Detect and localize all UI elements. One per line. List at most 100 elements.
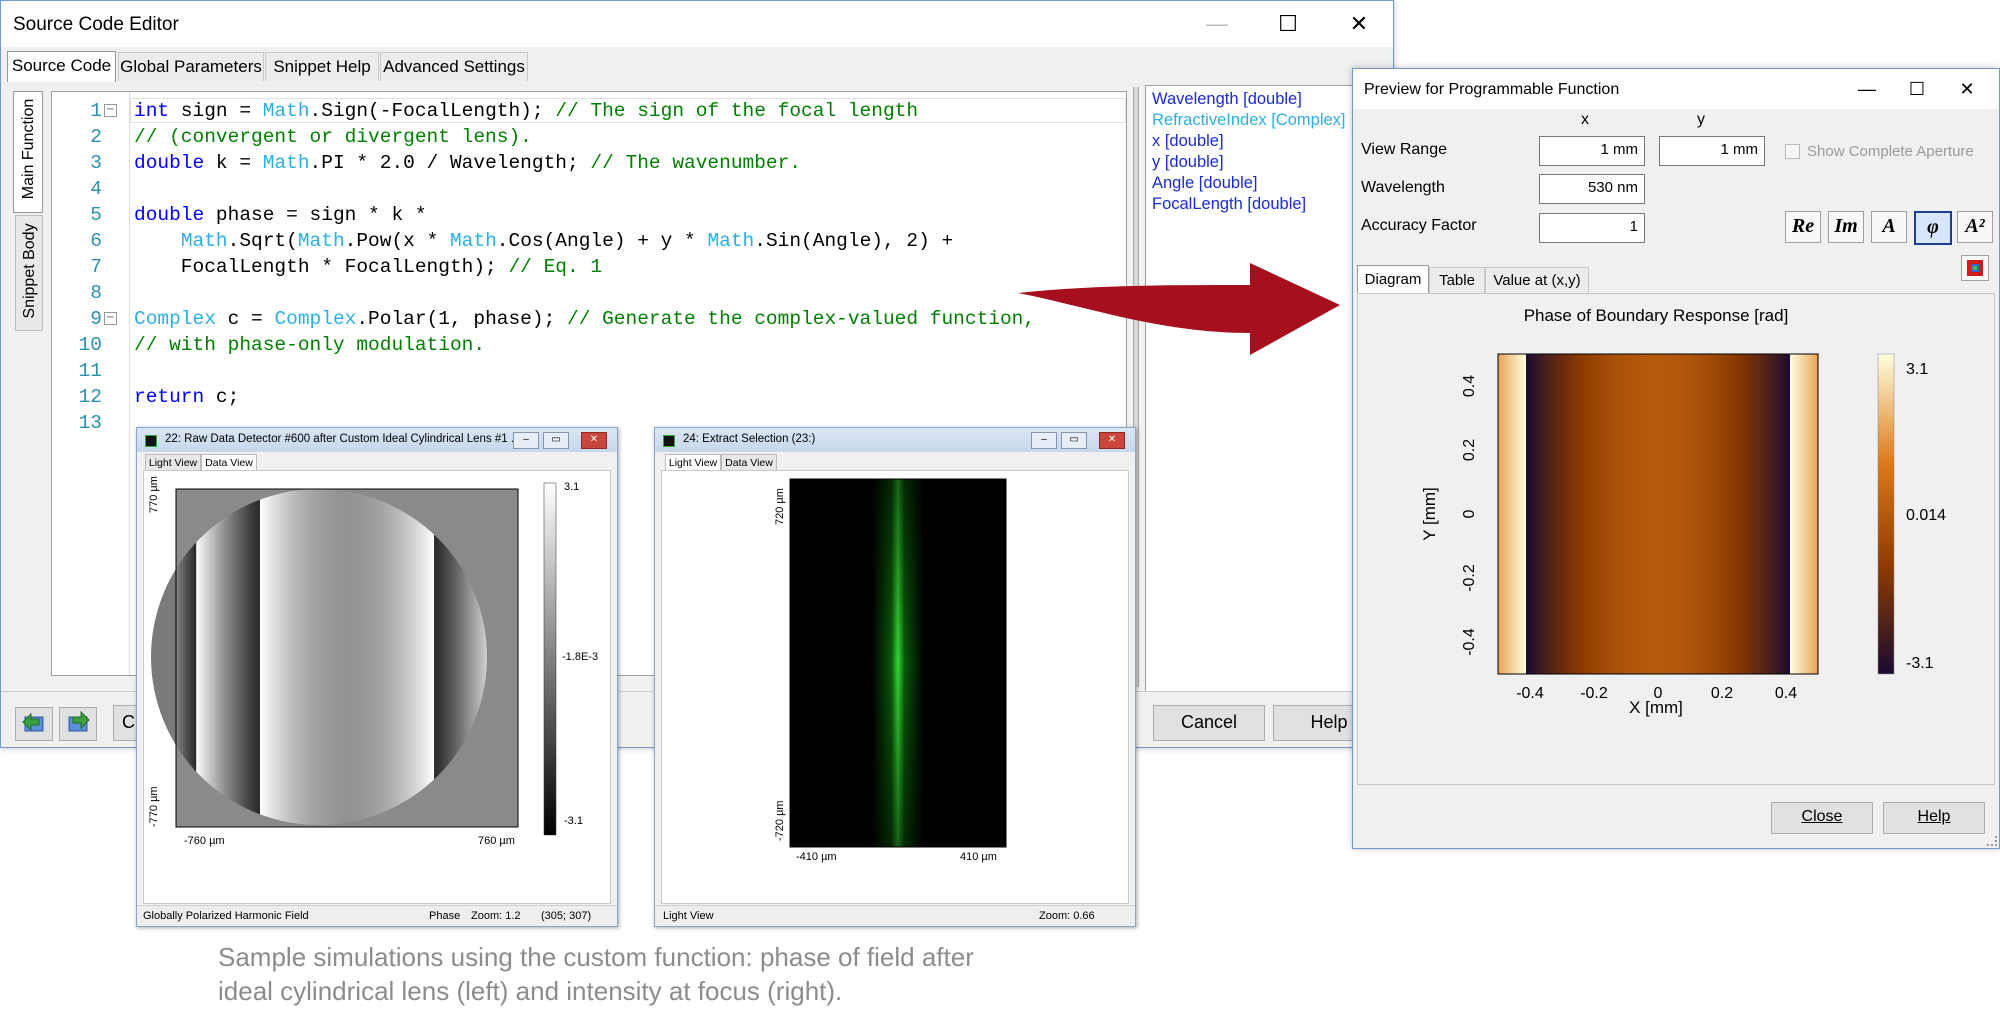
tab-snippet-help[interactable]: Snippet Help [265,52,379,81]
status-zoom: Zoom: 0.66 [1039,910,1095,922]
tab-label: Value at (x,y) [1493,272,1581,289]
maximize-button[interactable]: ▭ [1061,432,1087,449]
code-text: .Cos(Angle) + y * [496,230,708,252]
status-zoom: Zoom: 1.2 [471,910,521,922]
code-text: c = [215,308,275,330]
button-label: Help [1310,712,1348,732]
caption: Sample simulations using the custom func… [218,940,1118,1008]
parameter-item[interactable]: Angle [double] [1152,174,1258,193]
code-line: return c; [134,386,239,408]
keyword: double [134,204,205,226]
intensity-button[interactable]: A² [1957,211,1993,243]
code-text: .Sin(Angle), 2) + [754,230,954,252]
button-label: φ [1927,216,1939,238]
help-dialog-button[interactable]: Help [1883,802,1985,834]
view-range-y-input[interactable]: 1 mm [1659,136,1765,166]
cancel-button[interactable]: Cancel [1153,705,1265,741]
side-tab-snippet-body[interactable]: Snippet Body [15,215,43,331]
extract-titlebar: 24: Extract Selection (23:) – ▭ ✕ [655,428,1135,452]
amplitude-button[interactable]: A [1871,211,1907,243]
status-bar: Light View Zoom: 0.66 [655,905,1135,926]
focus-intensity-plot [789,478,1007,848]
side-tab-main-function[interactable]: Main Function [13,91,43,213]
close-button[interactable]: ✕ [581,432,607,449]
tab-global-parameters[interactable]: Global Parameters [118,52,264,81]
collapse-icon[interactable]: − [104,104,117,117]
tab-label: Source Code [11,56,112,75]
close-dialog-button[interactable]: Close [1771,802,1873,834]
tab-label: Advanced Settings [383,57,525,76]
tab-table[interactable]: Table [1429,267,1485,294]
x-axis-left-label: -410 µm [796,851,837,863]
button-label: A [1882,215,1896,237]
column-x-label: x [1581,111,1589,128]
line-number: 3 [90,152,102,174]
imaginary-part-button[interactable]: Im [1828,211,1864,243]
class-name: Math [449,230,497,252]
y-axis-top-label: 770 µm [148,476,160,513]
class-name: Math [297,230,345,252]
line-number: 5 [90,204,102,226]
collapse-icon[interactable]: − [104,312,117,325]
chart-title: Phase of Boundary Response [rad] [1524,306,1789,325]
close-button[interactable]: ✕ [1329,5,1389,43]
colorbar-tick-mid: 0.014 [1906,507,1946,524]
close-button[interactable]: ✕ [1099,432,1125,449]
code-line: int sign = Math.Sign(-FocalLength); // T… [134,100,918,122]
y-axis-label: Y [mm] [1420,487,1439,541]
side-tab-label: Snippet Body [21,223,38,319]
view-range-x-input[interactable]: 1 mm [1539,136,1645,166]
colormap-icon [1967,260,1983,276]
button-label: Help [1917,808,1951,825]
preview-titlebar: Preview for Programmable Function — ☐ ✕ [1353,69,1999,109]
line-number: 1 [90,100,102,122]
class-name: Complex [134,308,216,330]
minimize-button[interactable]: — [1187,5,1247,43]
import-button[interactable] [15,707,53,741]
real-part-button[interactable]: Re [1785,211,1821,243]
line-number: 4 [90,178,102,200]
parameter-item[interactable]: FocalLength [double] [1152,195,1306,214]
parameter-item[interactable]: y [double] [1152,153,1224,172]
class-name: Math [707,230,755,252]
parameter-item[interactable]: Wavelength [double] [1152,90,1302,109]
parameter-item[interactable]: x [double] [1152,132,1224,151]
minimize-button[interactable]: – [1031,432,1057,449]
keyword: double [134,152,205,174]
close-button[interactable]: ✕ [1937,70,1997,108]
x-axis-left-label: -760 µm [184,835,225,847]
wavelength-input[interactable]: 530 nm [1539,174,1645,204]
x-axis-right-label: 760 µm [478,835,515,847]
tab-source-code[interactable]: Source Code [7,51,116,82]
preview-window: Preview for Programmable Function — ☐ ✕ … [1352,68,2000,849]
comment: // Eq. 1 [508,256,603,278]
button-label: Re [1791,215,1815,237]
maximize-button[interactable]: ▭ [543,432,569,449]
maximize-button[interactable]: ☐ [1258,5,1318,43]
colormap-button[interactable] [1961,255,1989,281]
line-number: 6 [90,230,102,252]
tab-value-at-xy[interactable]: Value at (x,y) [1485,267,1589,294]
arrow-icon [1018,263,1340,355]
wavelength-label: Wavelength [1361,179,1445,196]
colorbar-top-label: 3.1 [564,481,580,493]
accuracy-factor-input[interactable]: 1 [1539,213,1645,243]
tab-label: Table [1439,272,1475,289]
export-button[interactable] [59,707,97,741]
side-tab-label: Main Function [20,98,37,200]
phase-button[interactable]: φ [1914,211,1952,245]
class-name: Math [262,100,310,122]
resize-grip[interactable] [1987,836,1997,846]
code-text: c; [204,386,240,408]
tab-diagram[interactable]: Diagram [1357,265,1429,294]
code-text: .Polar(1, phase); [356,308,567,330]
show-complete-aperture-checkbox[interactable] [1785,144,1800,159]
code-line: double k = Math.PI * 2.0 / Wavelength; /… [134,152,801,174]
tab-advanced-settings[interactable]: Advanced Settings [380,52,528,81]
tab-label: Data View [205,457,253,469]
phase-heatmap-chart: Phase of Boundary Response [rad] -0.4 -0.… [1420,306,1946,717]
colorbar [1877,353,1895,675]
parameter-item[interactable]: RefractiveIndex [Complex] [1152,111,1346,130]
minimize-button[interactable]: – [513,432,539,449]
